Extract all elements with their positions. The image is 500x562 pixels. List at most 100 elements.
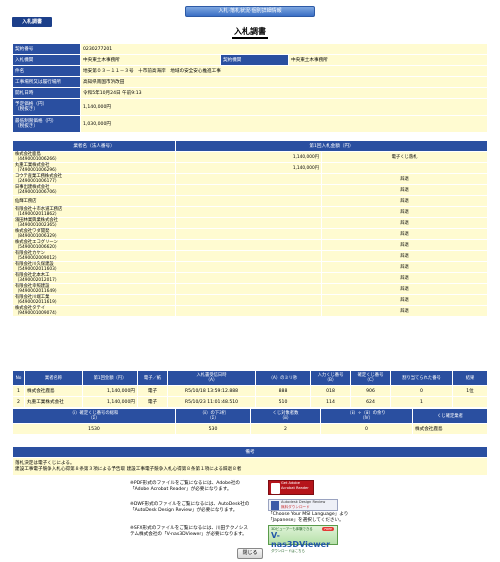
bid-amount-cell <box>175 217 322 229</box>
min-price-value: 1,030,000円 <box>80 115 488 133</box>
page-title-bar: 入札·落札状況·個別詳細情報 <box>185 6 315 17</box>
last3-value: 530 <box>175 423 251 435</box>
adobe-reader-link[interactable]: Get Adobe Acrobat Reader <box>268 480 314 495</box>
notes-header: 備考 <box>12 446 488 458</box>
bid-status-cell: 辞退 <box>321 195 488 207</box>
fixed-lottery-header: 確定くじ番号 （C） <box>350 370 391 386</box>
result-assigned-number: 1 <box>390 396 453 408</box>
bidder-corp-number: （9490002011649） <box>15 289 60 294</box>
result-amount: 1,140,000円 <box>82 396 138 408</box>
contract-info-table: 契約番号 0230277201 入札機関 中央東土木事務所 契約機関 中央東土木… <box>12 43 488 133</box>
bid-amount-cell <box>175 184 322 196</box>
bidder-name-cell: 有限会社北本木工 （3490002012017） <box>12 272 176 284</box>
bid-org-label: 入札機関 <box>12 54 81 66</box>
page-title-wrap: 入札調書 <box>0 27 500 39</box>
bidder-corp-number: （5490002009012） <box>15 256 60 261</box>
autodesk-logo-line: 無料ダウンロード <box>281 505 310 509</box>
contract-org-label: 契約機関 <box>220 54 289 66</box>
table-row: コウテ産業工務株式会社 （2490001006177） 辞退 <box>12 173 488 185</box>
bid-status-cell: 辞退 <box>321 184 488 196</box>
bid-amount-cell: 1,140,000円 <box>175 151 322 163</box>
table-row: 日事出建株式会社 （2490001006706） 辞退 <box>12 184 488 196</box>
bid-amount-cell <box>175 261 322 273</box>
bidder-corp-number: （6490002011619） <box>15 300 60 305</box>
vnas-logo-title: V-nas3DViewer <box>271 531 331 549</box>
bidder-corp-number: （5490002011603） <box>15 267 60 272</box>
input-lottery-header: 入力くじ番号 （B） <box>310 370 351 386</box>
location-label: 工事場所又は履行場所 <box>12 76 81 88</box>
result-input-lottery: 114 <box>310 396 351 408</box>
bid-amount-cell <box>175 305 322 317</box>
table-row: 有限会社十市水道工務店 （1490002011862） 辞退 <box>12 206 488 218</box>
bidder-name-cell: 丸重工業株式会社 （7490001006296） <box>12 162 176 174</box>
bid-status-cell: 辞退 <box>321 294 488 306</box>
close-button[interactable]: 閉じる <box>237 548 263 559</box>
bidder-name-cell: 日事出建株式会社 （2490001006706） <box>12 184 176 196</box>
bid-amount-cell <box>175 272 322 284</box>
table-row: 1 株式会社鹿島 1,140,000円 電子 R5/10/18 13:59:12.888… <box>12 385 488 397</box>
bid-status-cell: 辞退 <box>321 250 488 262</box>
result-fixed-lottery: 624 <box>350 396 391 408</box>
bidder-name-cell: 有限会社川端工業 （6490002011619） <box>12 294 176 306</box>
bidder-corp-number: （8490001006329） <box>15 234 60 239</box>
result-method: 電子 <box>137 396 168 408</box>
autodesk-review-link[interactable]: Autodesk Design Review 無料ダウンロード <box>268 499 338 511</box>
opening-date-label: 開札日時 <box>12 87 81 99</box>
bid-org-value: 中央東土木事務所 <box>80 54 221 66</box>
bidder-name-cell: 濱田林業興業株式会社 （3490001002365） <box>12 217 176 229</box>
bid-status-cell: 辞退 <box>321 228 488 240</box>
result-method: 電子 <box>137 385 168 397</box>
bid-status-cell: 辞退 <box>321 173 488 185</box>
adobe-logo-line: Acrobat Reader <box>281 486 309 490</box>
bid-amount-cell <box>175 195 322 207</box>
bid-amount-cell <box>175 283 322 295</box>
bidder-corp-number: （3490001002365） <box>15 223 60 228</box>
bidder-corp-number: （9490001009074） <box>15 311 60 316</box>
winner-value: 株式会社鹿島 <box>412 423 488 435</box>
bid-amount-cell <box>175 239 322 251</box>
bidder-corp-number: （5490001006620） <box>15 245 60 250</box>
table-row: 有限会社川久保建設 （5490002011603） 辞退 <box>12 261 488 273</box>
bidder-corp-number: （3490002012017） <box>15 278 60 283</box>
bidder-name-cell: 仙輝工務店 <box>12 195 176 207</box>
dwf-viewer-note: ※DWF形式のファイルをご覧になるには、AutoDesk社の 「AutoDesk… <box>130 502 249 514</box>
last3-header: （ⅱ）の下3桁 （Σ） <box>175 408 251 424</box>
dwf-note-line: 「AutoDesk Design Review」が必要になります。 <box>130 508 238 513</box>
case-name-label: 件名 <box>12 65 81 77</box>
bidder-corp-number: （2490001006706） <box>15 190 60 195</box>
notes-body: 落札決定は電子くじによる。 建設工事電子競争入札心得第８条第３項による予告取 建… <box>12 457 488 476</box>
remainder-value: 0 <box>320 423 413 435</box>
bidder-corp-number: （1490002011862） <box>15 212 60 217</box>
bidder-name-cell: 有限会社カケン （5490002009012） <box>12 250 176 262</box>
vnas-viewer-link[interactable]: FREE 3Dビューアーも体験できる V-nas3DViewer ダウンロードは… <box>268 525 338 553</box>
result-header: 結果 <box>452 370 488 386</box>
bid-amount-table: 業者名（法人番号） 第1回入札金額（円） 株式会社鹿島 （449000100626… <box>12 140 488 317</box>
first-amount-header: 第1回金額（円） <box>82 370 138 386</box>
table-row: 有限会社北本木工 （3490002012017） 辞退 <box>12 272 488 284</box>
bidder-name-cell: 有限会社幸照建設 （9490002011649） <box>12 283 176 295</box>
notes-line: 建設工事電子競争入札心得第８条第３項による予告取 建設工事電子競争入札心得第８条… <box>15 466 242 472</box>
result-vendor: 丸重工業株式会社 <box>24 396 83 408</box>
winner-header: くじ確定業者 <box>412 408 488 424</box>
table-row: 株式会社タテイ （9490001009074） 辞退 <box>12 305 488 317</box>
assigned-number-header: 割り当てられた番号 <box>390 370 453 386</box>
table-row: 株式会社エコグリーン （5490001006620） 辞退 <box>12 239 488 251</box>
autodesk-icon <box>271 501 279 510</box>
free-badge: FREE <box>322 527 334 531</box>
bidder-name-cell: 株式会社ワダ開発 （8490001006329） <box>12 228 176 240</box>
no-header: No <box>12 370 25 386</box>
tab-bid-record[interactable]: 入札調書 <box>12 17 52 27</box>
table-row: 仙輝工務店 辞退 <box>12 195 488 207</box>
location-value: 高知県南国市浜改田 <box>80 76 488 88</box>
table-row: 有限会社カケン （5490002009012） 辞退 <box>12 250 488 262</box>
method-header: 電子／紙 <box>137 370 168 386</box>
participants-value: 2 <box>250 423 321 435</box>
bid-status-cell <box>321 162 488 174</box>
bid-status-cell: 辞退 <box>321 261 488 273</box>
result-no: 1 <box>12 385 25 397</box>
msi-language-note: 「Choose Your MSI Language」より 「Japanese」を… <box>268 512 348 524</box>
bid-status-cell: 辞退 <box>321 305 488 317</box>
bidder-corp-number: （4490001006266） <box>15 157 60 162</box>
result-input-lottery: 018 <box>310 385 351 397</box>
bid-amount-cell <box>175 294 322 306</box>
